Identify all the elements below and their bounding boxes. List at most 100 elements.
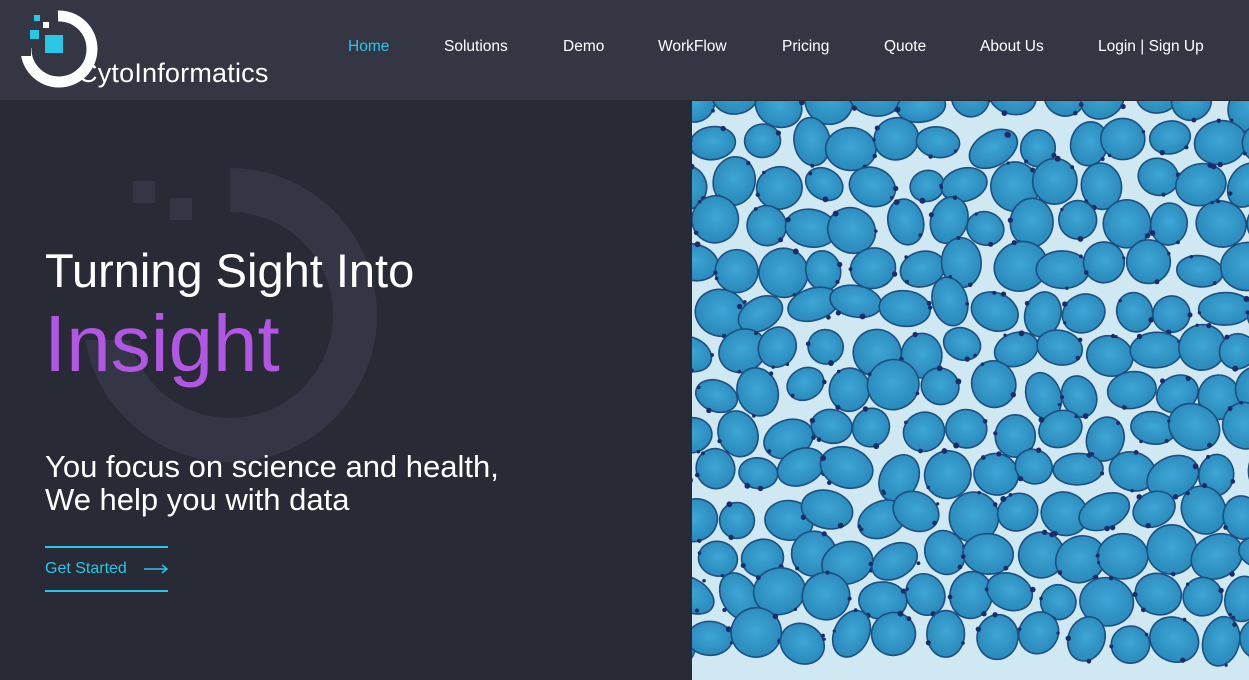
nucleus-dot	[1141, 130, 1146, 134]
nucleus-dot	[1228, 612, 1232, 617]
get-started-button[interactable]: Get Started	[45, 546, 168, 592]
nucleus-dot	[1144, 233, 1151, 239]
nucleus-dot	[992, 502, 998, 507]
nucleus-dot	[1003, 565, 1009, 571]
nucleus-dot	[1141, 607, 1146, 613]
nucleus-dot	[874, 125, 880, 131]
cell-shape	[926, 609, 966, 658]
arrow-right-icon	[144, 564, 168, 574]
nucleus-dot	[810, 163, 815, 168]
nucleus-dot	[737, 369, 742, 374]
nucleus-dot	[1187, 312, 1193, 318]
nucleus-dot	[975, 626, 982, 632]
nucleus-dot	[755, 575, 761, 581]
nav-item-demo[interactable]: Demo	[563, 38, 604, 56]
nucleus-dot	[1189, 255, 1194, 259]
nucleus-dot	[1232, 365, 1239, 372]
nucleus-dot	[700, 451, 705, 456]
nucleus-dot	[1056, 631, 1060, 635]
nucleus-dot	[793, 607, 798, 612]
nucleus-dot	[1003, 333, 1007, 337]
nucleus-dot	[872, 153, 877, 159]
nucleus-dot	[752, 414, 756, 418]
nucleus-dot	[1223, 525, 1228, 530]
nucleus-dot	[1029, 586, 1036, 593]
nucleus-dot	[893, 199, 900, 205]
nucleus-dot	[795, 566, 800, 571]
nucleus-dot	[816, 437, 822, 442]
hero-accent-word: Insight	[44, 299, 280, 388]
nucleus-dot	[952, 195, 958, 200]
nav-item-quote[interactable]: Quote	[884, 38, 926, 56]
nucleus-dot	[1232, 622, 1237, 627]
nucleus-dot	[1185, 582, 1190, 586]
nucleus-dot	[894, 106, 901, 113]
nucleus-dot	[1082, 413, 1089, 419]
nucleus-dot	[710, 353, 715, 357]
nucleus-dot	[1007, 217, 1014, 223]
nucleus-dot	[867, 372, 872, 376]
nucleus-dot	[984, 587, 989, 592]
nucleus-dot	[746, 160, 751, 166]
nucleus-dot	[916, 561, 921, 566]
nucleus-dot	[1242, 151, 1247, 156]
nucleus-dot	[859, 527, 864, 532]
nucleus-dot	[1229, 571, 1235, 577]
nucleus-dot	[754, 331, 759, 336]
nucleus-dot	[1057, 570, 1063, 575]
nucleus-dot	[1206, 454, 1211, 459]
hero-title: Turning Sight Into	[45, 244, 415, 297]
cell-shape	[1125, 239, 1172, 285]
nucleus-dot	[1230, 479, 1236, 484]
nucleus-dot	[965, 302, 970, 306]
nucleus-dot	[918, 233, 923, 237]
nucleus-dot	[973, 353, 977, 358]
nucleus-dot	[905, 279, 909, 284]
nucleus-dot	[1001, 110, 1008, 116]
nucleus-dot	[740, 562, 746, 569]
nucleus-dot	[993, 431, 998, 436]
nucleus-dot	[992, 612, 998, 618]
cell-pattern-graphic	[692, 101, 1249, 680]
nucleus-dot	[785, 216, 791, 223]
nucleus-dot	[820, 633, 825, 638]
nav-item-solutions[interactable]: Solutions	[444, 38, 508, 56]
nav-item-login-signup[interactable]: Login | Sign Up	[1098, 38, 1204, 56]
nucleus-dot	[893, 185, 899, 192]
nucleus-dot	[832, 210, 839, 217]
nav-item-pricing[interactable]: Pricing	[782, 38, 829, 56]
nucleus-dot	[837, 261, 843, 268]
nucleus-dot	[697, 199, 702, 204]
nucleus-dot	[847, 596, 852, 601]
cell-shape	[1099, 117, 1146, 161]
nucleus-dot	[1035, 447, 1042, 453]
nav-item-about-us[interactable]: About Us	[980, 38, 1044, 56]
nucleus-dot	[1024, 300, 1030, 306]
nucleus-dot	[771, 365, 775, 369]
nucleus-dot	[1159, 378, 1166, 384]
nucleus-dot	[1224, 663, 1228, 667]
nav-item-workflow[interactable]: WorkFlow	[658, 38, 727, 56]
nucleus-dot	[1185, 375, 1191, 381]
nucleus-dot	[1132, 591, 1138, 598]
nav-item-home[interactable]: Home	[348, 38, 389, 56]
nucleus-dot	[925, 640, 931, 646]
nucleus-dot	[821, 531, 827, 537]
nucleus-dot	[1185, 491, 1190, 496]
nucleus-dot	[1116, 420, 1121, 425]
nucleus-dot	[1192, 463, 1199, 470]
nucleus-dot	[1109, 524, 1116, 531]
nucleus-dot	[1159, 149, 1165, 156]
nucleus-dot	[1086, 452, 1092, 458]
nucleus-dot	[1212, 281, 1217, 285]
nucleus-dot	[977, 490, 982, 495]
nucleus-dot	[717, 438, 722, 444]
nucleus-dot	[1039, 596, 1043, 601]
nucleus-dot	[1167, 419, 1171, 423]
nucleus-dot	[1057, 403, 1062, 407]
nucleus-dot	[964, 356, 970, 362]
nucleus-dot	[776, 130, 781, 136]
nucleus-dot	[1171, 571, 1176, 577]
nucleus-dot	[1109, 644, 1114, 649]
cell-shape	[1096, 532, 1149, 580]
